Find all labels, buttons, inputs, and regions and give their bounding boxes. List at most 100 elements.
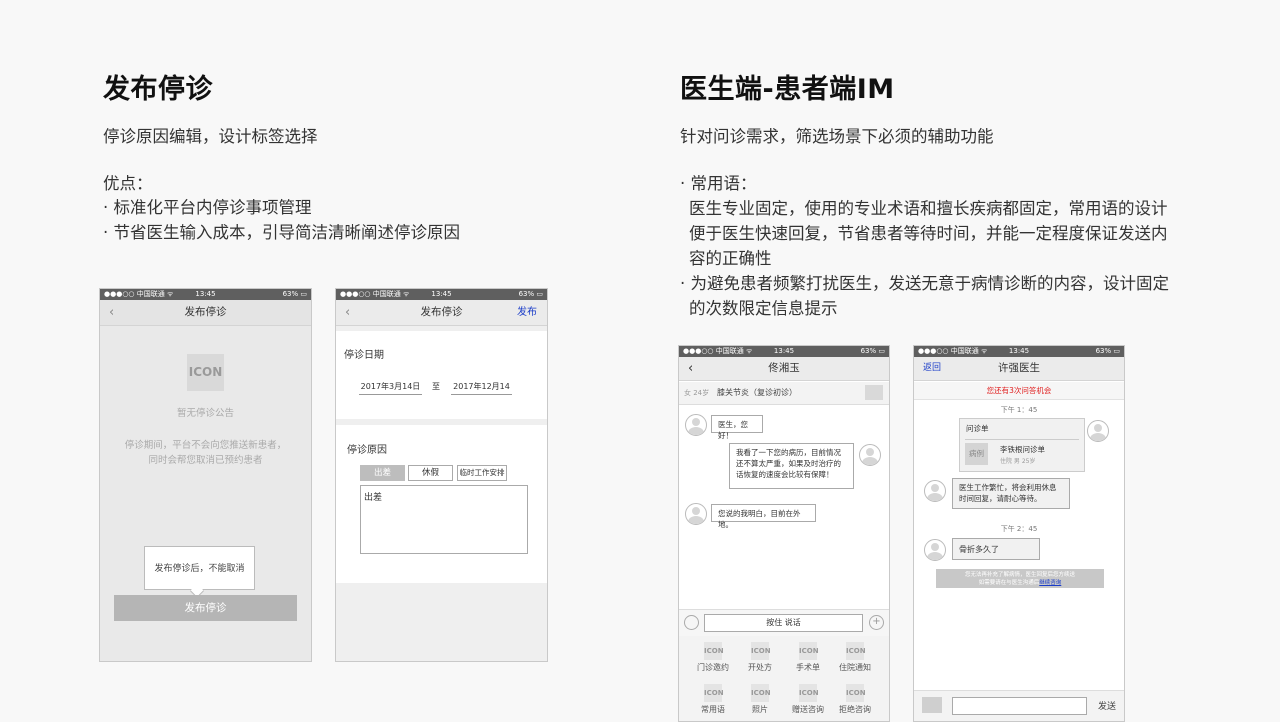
timestamp-1: 下午 1：45 [1000, 406, 1038, 414]
right-bullet-2-line-2: 的次数限定信息提示 [689, 299, 838, 318]
image-icon[interactable] [922, 697, 942, 713]
doctor-avatar [859, 444, 881, 466]
tag-vacation[interactable]: 休假 [408, 465, 453, 481]
message-doctor-1: 骨折多久了 [952, 538, 1040, 560]
tag-business-trip[interactable]: 出差 [360, 465, 405, 481]
add-icon: + [869, 615, 884, 630]
right-bullet-1-line-2: 便于医生快速回复，节省患者等待时间，并能一定程度保证发送内 [689, 224, 1168, 243]
left-adv-item-1: · 标准化平台内停诊事项管理 [103, 198, 312, 217]
clock: 13:45 [773, 347, 795, 355]
reason-textarea[interactable]: 出差 [360, 485, 528, 554]
hold-to-talk-button[interactable]: 按住 说话 [704, 614, 863, 632]
status-bar: ●●●○○ 中国联通 ᯤ 13:45 63% ▭ [100, 289, 311, 300]
input-bar: 按住 说话 + [679, 609, 889, 637]
reason-label: 停诊原因 [347, 445, 387, 456]
status-bar: ●●●○○ 中国联通 ᯤ 13:45 63% ▭ [914, 346, 1124, 357]
date-section: 停诊日期 2017年3月14日 至 2017年12月14 [336, 331, 547, 419]
left-adv-title: 优点： [103, 174, 153, 193]
phone-publish-form: ●●●○○ 中国联通 ᯤ 13:45 63% ▭ ‹ 发布停诊 发布 停诊日期 … [335, 288, 548, 662]
nav-title: 许强医生 [998, 362, 1040, 374]
common-phrases-icon[interactable]: ICON [704, 684, 724, 702]
message-doctor-1: 我看了一下您的病历，目前情况还不算太严重，如果及时治疗的话恢复的速度会比较有保障… [729, 443, 854, 489]
right-bullet-1-line-1: 医生专业固定，使用的专业术语和擅长疾病都固定，常用语的设计 [689, 199, 1168, 218]
left-subtitle: 停诊原因编辑，设计标签选择 [103, 127, 318, 146]
right-bullet-1: · 常用语： [680, 174, 757, 193]
publish-link[interactable]: 发布 [517, 300, 537, 325]
reason-section: 停诊原因 出差 休假 临时工作安排 出差 [336, 425, 547, 583]
nav-bar: ‹ 佟湘玉 [679, 357, 889, 381]
case-icon: 病例 [965, 443, 988, 465]
clock: 13:45 [195, 290, 216, 298]
empty-label: 暂无停诊公告 [176, 408, 234, 419]
doctor-avatar [924, 480, 946, 502]
left-title: 发布停诊 [103, 74, 213, 105]
battery-label: 63% ▭ [1095, 347, 1120, 355]
photo-icon[interactable]: ICON [751, 684, 771, 702]
tag-temp-work[interactable]: 临时工作安排 [457, 465, 507, 481]
image-placeholder-icon: ICON [187, 354, 224, 391]
clock: 13:45 [1008, 347, 1030, 355]
remaining-chances: 您还有3次问答机会 [914, 382, 1124, 400]
status-bar: ●●●○○ 中国联通 ᯤ 13:45 63% ▭ [336, 289, 547, 300]
date-separator: 至 [432, 382, 440, 391]
tooltip: 发布停诊后，不能取消 [144, 546, 255, 590]
nav-title: 佟湘玉 [768, 362, 800, 374]
grid-label-photo: 照片 [752, 705, 768, 714]
limit-notice-line-2: 如需要请在与医生沟通后继续咨询 [936, 579, 1104, 587]
grid-label-surgery-form: 手术单 [796, 663, 820, 672]
battery-label: 63% ▭ [860, 347, 885, 355]
left-adv-item-2: · 节省医生输入成本，引导简洁清晰阐述停诊原因 [103, 223, 460, 242]
clinic-invite-icon[interactable]: ICON [704, 642, 724, 660]
card-divider [965, 439, 1079, 440]
doctor-avatar [924, 539, 946, 561]
reject-consult-icon[interactable]: ICON [846, 684, 866, 702]
timestamp-2: 下午 2：45 [1000, 525, 1038, 533]
back-link[interactable]: 返回 [923, 357, 941, 380]
patient-diagnosis: 膝关节炎（复诊初诊） [717, 388, 797, 397]
message-input[interactable] [952, 697, 1087, 715]
input-bar: 发送 [914, 690, 1124, 721]
card-name: 李铁根问诊单 [1000, 445, 1045, 454]
publish-button[interactable]: 发布停诊 [114, 595, 297, 621]
back-icon[interactable]: ‹ [688, 357, 693, 380]
phone-patient-chat: ●●●○○ 中国联通 ᯤ 13:45 63% ▭ 返回 许强医生 您还有3次问答… [913, 345, 1125, 722]
patient-gender-age: 女 24岁 [684, 389, 710, 397]
nav-title: 发布停诊 [184, 306, 227, 318]
start-date-field[interactable]: 2017年3月14日 [359, 380, 422, 395]
right-subtitle: 针对问诊需求，筛选场景下必须的辅助功能 [680, 127, 994, 146]
continue-consult-link[interactable]: 继续咨询 [1039, 580, 1061, 586]
surgery-form-icon[interactable]: ICON [799, 642, 819, 660]
voice-toggle-icon[interactable] [684, 615, 699, 630]
patient-avatar [685, 503, 707, 525]
phone-publish-empty: ●●●○○ 中国联通 ᯤ 13:45 63% ▭ ‹ 发布停诊 ICON 暂无停… [99, 288, 312, 662]
phone-doctor-chat: ●●●○○ 中国联通 ᯤ 13:45 63% ▭ ‹ 佟湘玉 女 24岁 膝关节… [678, 345, 890, 722]
card-title: 问诊单 [966, 424, 989, 433]
back-icon[interactable]: ‹ [345, 300, 350, 325]
gift-consult-icon[interactable]: ICON [799, 684, 819, 702]
admission-notice-icon[interactable]: ICON [846, 642, 866, 660]
end-date-field[interactable]: 2017年12月14 [451, 380, 512, 395]
patient-info-bar: 女 24岁 膝关节炎（复诊初诊） [679, 382, 889, 405]
right-bullet-2-line-1: · 为避免患者频繁打扰医生，发送无意于病情诊断的内容，设计固定 [680, 274, 1169, 293]
right-bullet-1-line-3: 容的正确性 [689, 249, 772, 268]
empty-desc-1: 停诊期间，平台不会向您推送新患者， [124, 440, 287, 451]
empty-desc-2: 同时会帮您取消已预约患者 [148, 455, 263, 466]
clock: 13:45 [431, 290, 452, 298]
grid-label-reject-consult: 拒绝咨询 [839, 705, 871, 714]
battery-label: 63% ▭ [282, 290, 307, 298]
message-patient-1: 医生，您好！ [711, 415, 763, 440]
grid-label-common-phrases: 常用语 [701, 705, 725, 714]
limit-notice: 您无法再补充了解病情，医生回复后您方续送 如需要请在与医生沟通后继续咨询 [936, 569, 1104, 588]
function-grid: ICON 门诊邀约 ICON 开处方 ICON 手术单 ICON 住院通知 IC… [679, 636, 889, 721]
consult-card[interactable]: 问诊单 病例 李铁根问诊单 住院 男 25岁 [959, 418, 1085, 472]
status-bar: ●●●○○ 中国联通 ᯤ 13:45 63% ▭ [679, 346, 889, 357]
send-button[interactable]: 发送 [1098, 699, 1116, 712]
back-icon[interactable]: ‹ [109, 300, 114, 325]
card-sub: 住院 男 25岁 [1000, 458, 1036, 465]
auto-reply-message: 医生工作繁忙，将会利用休息时间回复，请耐心等待。 [952, 478, 1070, 509]
prescription-icon[interactable]: ICON [751, 642, 771, 660]
nav-bar: ‹ 发布停诊 [100, 300, 311, 326]
image-icon[interactable] [865, 385, 883, 400]
battery-label: 63% ▭ [518, 290, 543, 298]
nav-bar: ‹ 发布停诊 发布 [336, 300, 547, 326]
